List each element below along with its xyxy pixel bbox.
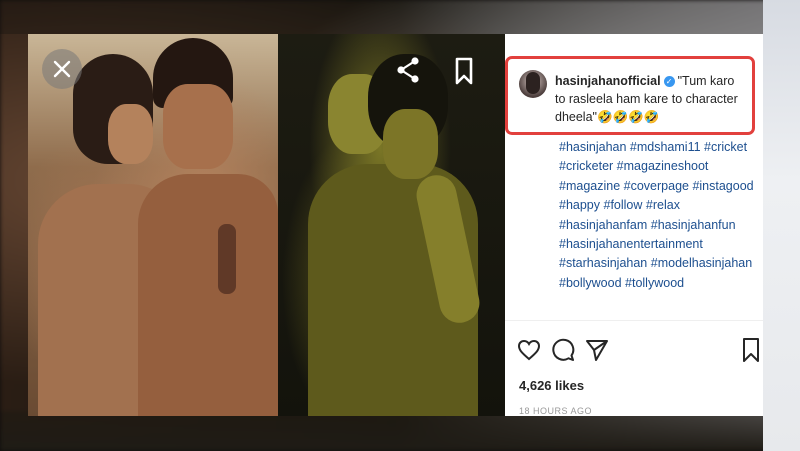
share-button[interactable] xyxy=(394,56,422,84)
bookmark-icon xyxy=(743,338,759,362)
post-header: hasinjahanofficial ✓ "Tum karo to rasleela… xyxy=(505,34,763,139)
right-blur-strip xyxy=(763,0,800,451)
hashtag-link[interactable]: #cricket xyxy=(704,140,747,154)
hashtag-link[interactable]: #magazineshoot xyxy=(617,159,709,173)
hashtag-link[interactable]: #coverpage xyxy=(624,179,689,193)
close-button[interactable] xyxy=(42,49,82,89)
hashtag-link[interactable]: #hasinjahanfun xyxy=(651,218,736,232)
verified-badge-icon: ✓ xyxy=(663,76,675,88)
bookmark-button[interactable] xyxy=(453,56,475,86)
hashtag-link[interactable]: #happy xyxy=(559,198,600,212)
avatar[interactable] xyxy=(519,70,547,98)
hashtag-link[interactable]: #starhasinjahan xyxy=(559,256,647,270)
bookmark-icon xyxy=(455,57,473,85)
username-link[interactable]: hasinjahanofficial xyxy=(555,74,661,88)
photo-left-image xyxy=(28,34,278,416)
hashtag-link[interactable]: #cricketer xyxy=(559,159,613,173)
hashtag-link[interactable]: #hasinjahan xyxy=(559,140,626,154)
instagram-side-panel: hasinjahanofficial ✓ "Tum karo to rasleela… xyxy=(505,34,763,416)
close-icon xyxy=(53,60,71,78)
post-actions xyxy=(515,336,759,370)
panel-divider xyxy=(505,320,763,321)
hashtag-link[interactable]: #follow xyxy=(604,198,643,212)
send-icon xyxy=(586,340,608,361)
hashtag-link[interactable]: #hasinjahanentertainment xyxy=(559,237,703,251)
post-photo xyxy=(28,34,505,416)
hashtag-list: #hasinjahan #mdshami11 #cricket #cricket… xyxy=(559,138,759,293)
comment-icon xyxy=(552,338,575,361)
hashtag-link[interactable]: #bollywood xyxy=(559,276,622,290)
hashtag-link[interactable]: #relax xyxy=(646,198,680,212)
hashtag-link[interactable]: #tollywood xyxy=(625,276,684,290)
like-button[interactable] xyxy=(515,336,543,364)
share-icon xyxy=(397,57,419,83)
hashtag-link[interactable]: #mdshami11 xyxy=(630,140,701,154)
caption: hasinjahanofficial ✓ "Tum karo to rasleela… xyxy=(555,72,745,126)
save-button[interactable] xyxy=(737,336,763,364)
send-button[interactable] xyxy=(583,336,611,364)
hashtag-link[interactable]: #instagood xyxy=(692,179,753,193)
top-blur-strip xyxy=(0,0,800,34)
hashtag-link[interactable]: #modelhasinjahan xyxy=(651,256,752,270)
hashtag-link[interactable]: #hasinjahanfam xyxy=(559,218,647,232)
photo-right-image xyxy=(278,34,505,416)
hashtag-link[interactable]: #magazine xyxy=(559,179,620,193)
post-timestamp: 18 HOURS AGO xyxy=(519,406,593,416)
heart-icon xyxy=(517,339,541,361)
comment-button[interactable] xyxy=(549,336,577,364)
likes-count[interactable]: 4,626 likes xyxy=(519,378,584,393)
